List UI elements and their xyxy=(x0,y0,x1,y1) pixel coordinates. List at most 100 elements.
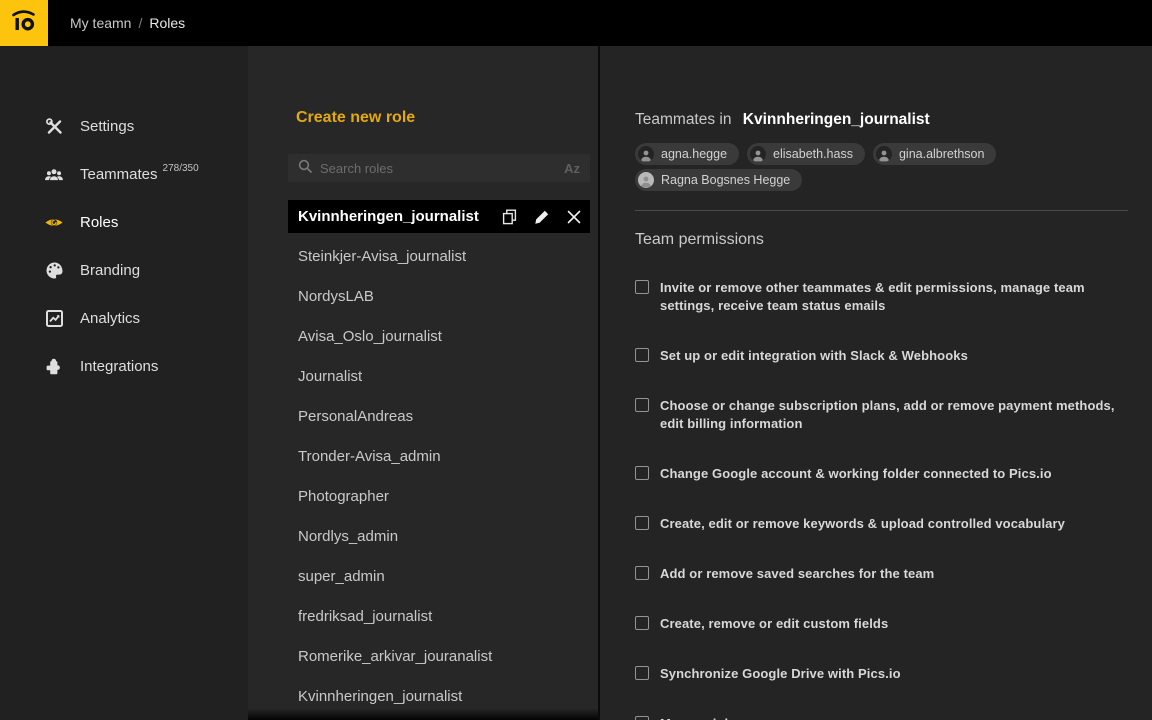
sidebar-item-roles[interactable]: Roles xyxy=(0,198,248,246)
permission-row: Invite or remove other teammates & edit … xyxy=(635,279,1128,315)
role-row[interactable]: Journalist xyxy=(248,356,598,396)
permission-label: Manage inboxes xyxy=(660,715,763,720)
permission-label: Choose or change subscription plans, add… xyxy=(660,397,1115,433)
analytics-icon xyxy=(44,308,64,328)
role-actions xyxy=(501,208,582,225)
search-roles-input[interactable] xyxy=(320,161,564,176)
sidebar-item-label: Integrations xyxy=(80,358,158,375)
permission-label: Add or remove saved searches for the tea… xyxy=(660,565,934,583)
tools-icon xyxy=(44,116,64,136)
breadcrumb-team[interactable]: My teamn xyxy=(70,15,131,31)
top-bar: My teamn / Roles xyxy=(0,0,1152,46)
permission-checkbox[interactable] xyxy=(635,348,649,362)
roles-list-panel: Create new role Az Kvinnheringen_journal… xyxy=(248,46,598,720)
sidebar-item-teammates[interactable]: Teammates 278/350 xyxy=(0,150,248,198)
sidebar-item-branding[interactable]: Branding xyxy=(0,246,248,294)
role-row[interactable]: super_admin xyxy=(248,556,598,596)
teammate-chip[interactable]: Ragna Bogsnes Hegge xyxy=(635,169,802,191)
role-row[interactable]: Avisa_Oslo_journalist xyxy=(248,316,598,356)
teammate-name: gina.albrethson xyxy=(899,147,984,161)
permission-checkbox[interactable] xyxy=(635,466,649,480)
role-list: Steinkjer-Avisa_journalist NordysLAB Avi… xyxy=(248,236,598,716)
role-row-selected[interactable]: Kvinnheringen_journalist xyxy=(288,200,590,233)
palette-icon xyxy=(44,260,64,280)
teammate-chip[interactable]: gina.albrethson xyxy=(873,143,996,165)
role-row[interactable]: PersonalAndreas xyxy=(248,396,598,436)
permission-checkbox[interactable] xyxy=(635,716,649,720)
teammate-chip[interactable]: elisabeth.hass xyxy=(747,143,865,165)
sidebar-item-label: Branding xyxy=(80,262,140,279)
edit-pencil-icon[interactable] xyxy=(533,208,550,225)
breadcrumb-separator: / xyxy=(138,15,142,31)
permission-checkbox[interactable] xyxy=(635,616,649,630)
duplicate-icon[interactable] xyxy=(501,208,518,225)
role-row[interactable]: Kvinnheringen_journalist xyxy=(248,676,598,716)
permission-checkbox[interactable] xyxy=(635,666,649,680)
role-row[interactable]: Romerike_arkivar_jouranalist xyxy=(248,636,598,676)
create-new-role-link[interactable]: Create new role xyxy=(296,108,598,128)
permission-label: Create, remove or edit custom fields xyxy=(660,615,888,633)
role-row[interactable]: Steinkjer-Avisa_journalist xyxy=(248,236,598,276)
permission-row: Add or remove saved searches for the tea… xyxy=(635,565,1128,583)
sidebar-item-label: Teammates xyxy=(80,166,158,183)
permission-row: Set up or edit integration with Slack & … xyxy=(635,347,1128,365)
puzzle-icon xyxy=(44,356,64,376)
permission-label: Set up or edit integration with Slack & … xyxy=(660,347,968,365)
permission-checkbox[interactable] xyxy=(635,398,649,412)
permission-row: Create, edit or remove keywords & upload… xyxy=(635,515,1128,533)
search-icon xyxy=(298,159,312,178)
detail-role-name: Kvinnheringen_journalist xyxy=(743,111,930,128)
teammates-in-prefix: Teammates in xyxy=(635,111,731,128)
permission-row: Synchronize Google Drive with Pics.io xyxy=(635,665,1128,683)
role-row[interactable]: NordysLAB xyxy=(248,276,598,316)
selected-role-name: Kvinnheringen_journalist xyxy=(298,208,501,225)
permission-checkbox[interactable] xyxy=(635,516,649,530)
settings-sidebar: Settings Teammates 278/350 xyxy=(0,46,248,720)
permission-row: Manage inboxes xyxy=(635,715,1128,720)
permission-label: Synchronize Google Drive with Pics.io xyxy=(660,665,901,683)
eye-icon xyxy=(44,212,64,232)
breadcrumb-page: Roles xyxy=(149,15,185,31)
teammate-name: Ragna Bogsnes Hegge xyxy=(661,173,790,187)
permission-row: Create, remove or edit custom fields xyxy=(635,615,1128,633)
role-row[interactable]: Tronder-Avisa_admin xyxy=(248,436,598,476)
teammate-name: elisabeth.hass xyxy=(773,147,853,161)
sort-az-icon[interactable]: Az xyxy=(564,161,580,176)
permission-label: Invite or remove other teammates & edit … xyxy=(660,279,1085,315)
sidebar-item-label: Analytics xyxy=(80,310,140,327)
delete-x-icon[interactable] xyxy=(565,208,582,225)
teammate-name: agna.hegge xyxy=(661,147,727,161)
picsio-logo[interactable] xyxy=(0,0,48,46)
sidebar-item-label: Settings xyxy=(80,118,134,135)
person-icon xyxy=(638,146,654,162)
permission-checkbox[interactable] xyxy=(635,566,649,580)
role-detail-panel: Teammates in Kvinnheringen_journalist ag… xyxy=(600,46,1152,720)
sidebar-item-settings[interactable]: Settings xyxy=(0,102,248,150)
role-row[interactable]: fredriksad_journalist xyxy=(248,596,598,636)
main-area: Settings Teammates 278/350 xyxy=(0,46,1152,720)
person-icon xyxy=(876,146,892,162)
sidebar-item-analytics[interactable]: Analytics xyxy=(0,294,248,342)
section-divider xyxy=(635,210,1128,211)
teammates-in-title: Teammates in Kvinnheringen_journalist xyxy=(635,110,1128,130)
teammates-count-badge: 278/350 xyxy=(163,163,199,174)
sidebar-item-integrations[interactable]: Integrations xyxy=(0,342,248,390)
permission-row: Change Google account & working folder c… xyxy=(635,465,1128,483)
search-roles-box[interactable]: Az xyxy=(288,154,590,182)
teammate-chips: agna.hegge elisabeth.hass gina.albrethso… xyxy=(635,143,1035,191)
picsio-camera-logo-icon xyxy=(9,7,39,40)
permissions-list: Invite or remove other teammates & edit … xyxy=(635,279,1128,720)
permission-checkbox[interactable] xyxy=(635,280,649,294)
role-row[interactable]: Photographer xyxy=(248,476,598,516)
teammate-chip[interactable]: agna.hegge xyxy=(635,143,739,165)
avatar xyxy=(638,172,654,188)
permission-label: Create, edit or remove keywords & upload… xyxy=(660,515,1065,533)
person-icon xyxy=(750,146,766,162)
permission-label: Change Google account & working folder c… xyxy=(660,465,1052,483)
breadcrumb: My teamn / Roles xyxy=(70,15,185,31)
team-permissions-title: Team permissions xyxy=(635,231,1128,249)
teammates-icon xyxy=(44,164,64,184)
role-row[interactable]: Nordlys_admin xyxy=(248,516,598,556)
permission-row: Choose or change subscription plans, add… xyxy=(635,397,1128,433)
sidebar-item-label: Roles xyxy=(80,214,118,231)
